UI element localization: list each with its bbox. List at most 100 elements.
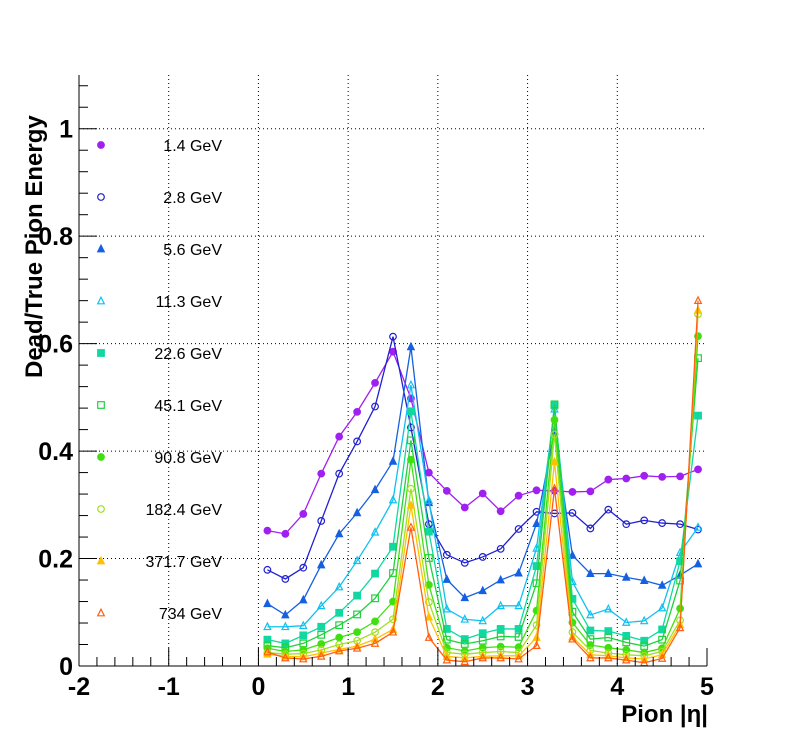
legend-label: 182.4 GeV: [146, 502, 223, 519]
legend-label: 2.8 GeV: [163, 190, 222, 207]
legend-marker: [97, 505, 105, 513]
data-point: [604, 568, 613, 577]
x-tick-label: 0: [251, 673, 265, 701]
data-point: [550, 416, 559, 424]
series-line: [267, 346, 699, 616]
data-point: [263, 526, 272, 535]
data-point: [496, 574, 505, 584]
data-point: [568, 488, 577, 496]
series-layer: [263, 295, 703, 667]
data-point: [676, 472, 684, 481]
legend-marker: [96, 243, 106, 253]
series-1: [263, 332, 702, 583]
data-point: [478, 585, 487, 595]
legend-entry: 182.4 GeV: [97, 502, 223, 519]
data-point: [353, 628, 362, 637]
data-point: [658, 472, 667, 481]
series-line: [267, 336, 699, 580]
data-point: [496, 507, 505, 516]
data-point: [586, 626, 595, 635]
data-point: [371, 378, 379, 387]
x-tick-label: 1: [341, 673, 355, 701]
series-line: [267, 314, 699, 657]
data-point: [640, 471, 649, 480]
data-point: [281, 529, 290, 538]
y-tick-label: 1: [59, 116, 73, 144]
legend-label: 22.6 GeV: [154, 346, 222, 363]
series-0: [263, 347, 702, 538]
legend-entry: 2.8 GeV: [97, 190, 222, 207]
data-point: [388, 456, 398, 465]
x-tick-label: 4: [610, 673, 624, 701]
data-point: [317, 622, 326, 631]
legend-entry: 734 GeV: [96, 606, 222, 623]
legend-label: 45.1 GeV: [154, 398, 222, 415]
series-line: [267, 350, 699, 535]
data-point: [353, 407, 362, 416]
data-point: [263, 598, 272, 608]
y-tick-label: 0: [59, 653, 73, 681]
data-point: [639, 575, 649, 584]
data-point: [335, 608, 344, 617]
legend-marker: [96, 295, 106, 305]
y-tick-label: 0.2: [38, 546, 73, 574]
series-line: [267, 310, 699, 660]
data-point: [424, 611, 434, 621]
series-4: [263, 401, 702, 648]
data-point: [604, 627, 613, 635]
data-point: [371, 569, 379, 578]
data-point: [335, 633, 344, 642]
data-point: [317, 469, 326, 478]
series-5: [263, 354, 702, 652]
data-point: [532, 486, 541, 495]
data-point: [478, 629, 487, 638]
x-tick-label: 2: [431, 673, 445, 701]
data-point: [424, 527, 433, 536]
legend-entry: 11.3 GeV: [96, 294, 223, 311]
data-point: [424, 468, 433, 477]
series-line: [267, 300, 699, 664]
series-2: [263, 341, 703, 619]
legend-entry: 371.7 GeV: [96, 554, 223, 571]
data-point: [353, 591, 362, 600]
data-point: [460, 635, 469, 644]
data-point: [389, 542, 397, 551]
legend-label: 1.4 GeV: [163, 138, 222, 155]
data-point: [694, 411, 702, 420]
series-line: [267, 358, 699, 649]
data-point: [299, 631, 308, 640]
data-point: [478, 489, 487, 498]
legend-marker: [97, 193, 105, 201]
legend: 1.4 GeV 2.8 GeV 5.6 GeV 11.3 GeV 22.6 GeV 45.…: [96, 138, 223, 623]
legend-label: 371.7 GeV: [146, 554, 223, 571]
data-point: [407, 407, 415, 416]
data-point: [657, 580, 667, 589]
data-point: [335, 432, 344, 441]
series-line: [267, 405, 699, 645]
chart: -2 -1 0 1 2 3 4 500.20.40.60.81 1.4 GeV2.8 GeV5…: [21, 75, 714, 728]
data-point: [442, 486, 451, 495]
axes: -2 -1 0 1 2 3 4 500.20.40.60.81: [38, 75, 714, 701]
legend-entry: 45.1 GeV: [97, 398, 222, 415]
data-point: [281, 639, 290, 648]
data-point: [622, 474, 631, 483]
legend-entry: 22.6 GeV: [97, 346, 222, 363]
series-9: [263, 295, 703, 667]
data-point: [299, 594, 308, 604]
data-point: [371, 617, 379, 626]
data-point: [514, 567, 523, 577]
legend-label: 11.3 GeV: [156, 294, 223, 311]
legend-marker: [96, 607, 106, 617]
x-axis-title: Pion |η|: [621, 701, 708, 728]
data-point: [621, 572, 631, 581]
grid-lines: [79, 75, 707, 666]
data-point: [406, 341, 416, 351]
data-point: [281, 609, 290, 619]
legend-label: 734 GeV: [159, 606, 222, 623]
data-point: [407, 455, 415, 464]
legend-entry: 1.4 GeV: [97, 138, 222, 155]
legend-marker: [97, 349, 105, 357]
series-8: [263, 305, 703, 663]
y-axis-title: Dead/True Pion Energy: [21, 115, 48, 378]
series-7: [263, 310, 702, 660]
